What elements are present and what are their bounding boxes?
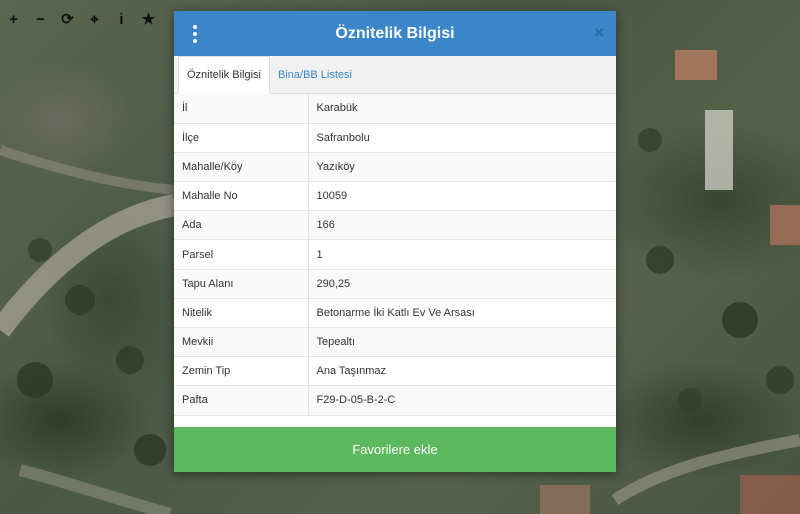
row-value: 1 (308, 239, 616, 270)
tab-attribute-info[interactable]: Öznitelik Bilgisi (178, 56, 270, 94)
row-value: 290,25 (308, 269, 616, 299)
row-value: Safranbolu (308, 123, 616, 153)
row-value: 166 (308, 210, 616, 241)
row-value: 10059 (308, 181, 616, 212)
row-key: Mahalle/Köy (174, 152, 309, 183)
dialog-title: Öznitelik Bilgisi (335, 24, 455, 42)
row-key: Mevkii (174, 327, 309, 358)
locate-icon[interactable]: ⌖ (81, 6, 108, 32)
table-row: Tapu Alanı 290,25 (174, 269, 616, 299)
table-row: Nitelik Betonarme İki Katlı Ev Ve Arsası (174, 298, 616, 329)
add-favorites-button[interactable]: Favorilere ekle (174, 427, 616, 472)
row-value: Tepealtı (308, 327, 616, 358)
zoom-out-icon[interactable]: − (27, 6, 54, 32)
row-key: Parsel (174, 239, 309, 270)
tab-building-list[interactable]: Bina/BB Listesi (270, 57, 360, 93)
table-row: Mevkii Tepealtı (174, 327, 616, 358)
close-icon[interactable]: × (594, 23, 604, 43)
row-key: Zemin Tip (174, 356, 309, 387)
info-icon[interactable]: i (108, 6, 135, 32)
table-row: Pafta F29-D-05-B-2-C (174, 385, 616, 416)
row-value: Yazıköy (308, 152, 616, 183)
row-key: Pafta (174, 385, 309, 416)
zoom-in-icon[interactable]: + (0, 6, 27, 32)
refresh-icon[interactable]: ⟳ (54, 6, 81, 32)
row-key: Mahalle No (174, 181, 309, 212)
row-key: Nitelik (174, 298, 309, 329)
row-key: İl (174, 94, 309, 124)
table-row: İlçe Safranbolu (174, 123, 616, 153)
table-row: Parsel 1 (174, 239, 616, 270)
attribute-info-dialog: Öznitelik Bilgisi × Öznitelik Bilgisi Bi… (174, 11, 616, 472)
dialog-tabs: Öznitelik Bilgisi Bina/BB Listesi (174, 56, 616, 94)
table-row: Mahalle No 10059 (174, 181, 616, 212)
row-value: Karabük (308, 94, 616, 124)
row-value: Ana Taşınmaz (308, 356, 616, 387)
star-icon[interactable]: ★ (135, 6, 162, 32)
row-value: F29-D-05-B-2-C (308, 385, 616, 416)
table-row: İl Karabük (174, 94, 616, 124)
row-key: Ada (174, 210, 309, 241)
table-row: Ada 166 (174, 210, 616, 241)
row-key: İlçe (174, 123, 309, 153)
attribute-table: İl Karabük İlçe Safranbolu Mahalle/Köy Y… (174, 94, 616, 416)
table-row: Mahalle/Köy Yazıköy (174, 152, 616, 183)
map-toolbar: + − ⟳ ⌖ i ★ (0, 6, 162, 32)
table-row: Zemin Tip Ana Taşınmaz (174, 356, 616, 387)
kebab-menu-icon[interactable] (188, 23, 202, 45)
row-key: Tapu Alanı (174, 269, 309, 299)
dialog-header: Öznitelik Bilgisi × (174, 11, 616, 56)
row-value: Betonarme İki Katlı Ev Ve Arsası (308, 298, 616, 329)
